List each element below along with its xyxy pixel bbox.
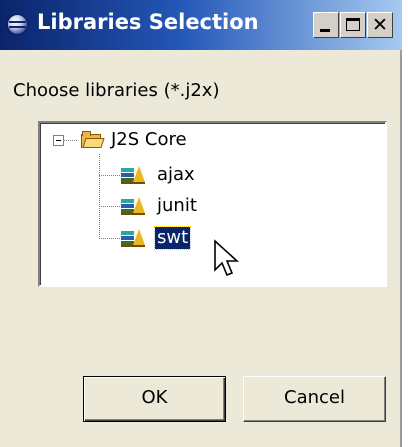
title-bar[interactable]: Libraries Selection ✕ xyxy=(0,0,402,50)
library-icon xyxy=(121,195,145,215)
close-icon: ✕ xyxy=(372,14,388,36)
tree-node-label-selected: swt xyxy=(153,226,192,250)
tree-connector xyxy=(99,206,120,207)
tree-connector xyxy=(99,238,120,239)
library-icon xyxy=(121,164,145,184)
collapse-toggle[interactable] xyxy=(53,135,64,146)
library-icon xyxy=(121,227,145,247)
mouse-pointer-icon xyxy=(214,239,240,277)
folder-open-icon xyxy=(79,129,105,149)
tree-node-label: junit xyxy=(157,195,197,216)
tree-node-label: J2S Core xyxy=(111,129,187,150)
ok-button[interactable]: OK xyxy=(83,376,226,422)
minimize-button[interactable] xyxy=(313,12,339,38)
window-title: Libraries Selection xyxy=(37,10,259,34)
dialog-window: Libraries Selection ✕ Choose libraries (… xyxy=(0,0,402,447)
tree-connector xyxy=(64,140,77,141)
tree-node-label: ajax xyxy=(157,164,195,185)
close-button[interactable]: ✕ xyxy=(367,12,393,38)
maximize-icon xyxy=(346,18,360,31)
tree-connector xyxy=(99,175,120,176)
cancel-button[interactable]: Cancel xyxy=(243,376,386,422)
minimize-icon xyxy=(320,29,330,32)
prompt-label: Choose libraries (*.j2x) xyxy=(13,80,220,101)
eclipse-app-icon xyxy=(7,14,28,35)
tree-connector xyxy=(99,154,100,239)
maximize-button[interactable] xyxy=(340,12,366,38)
